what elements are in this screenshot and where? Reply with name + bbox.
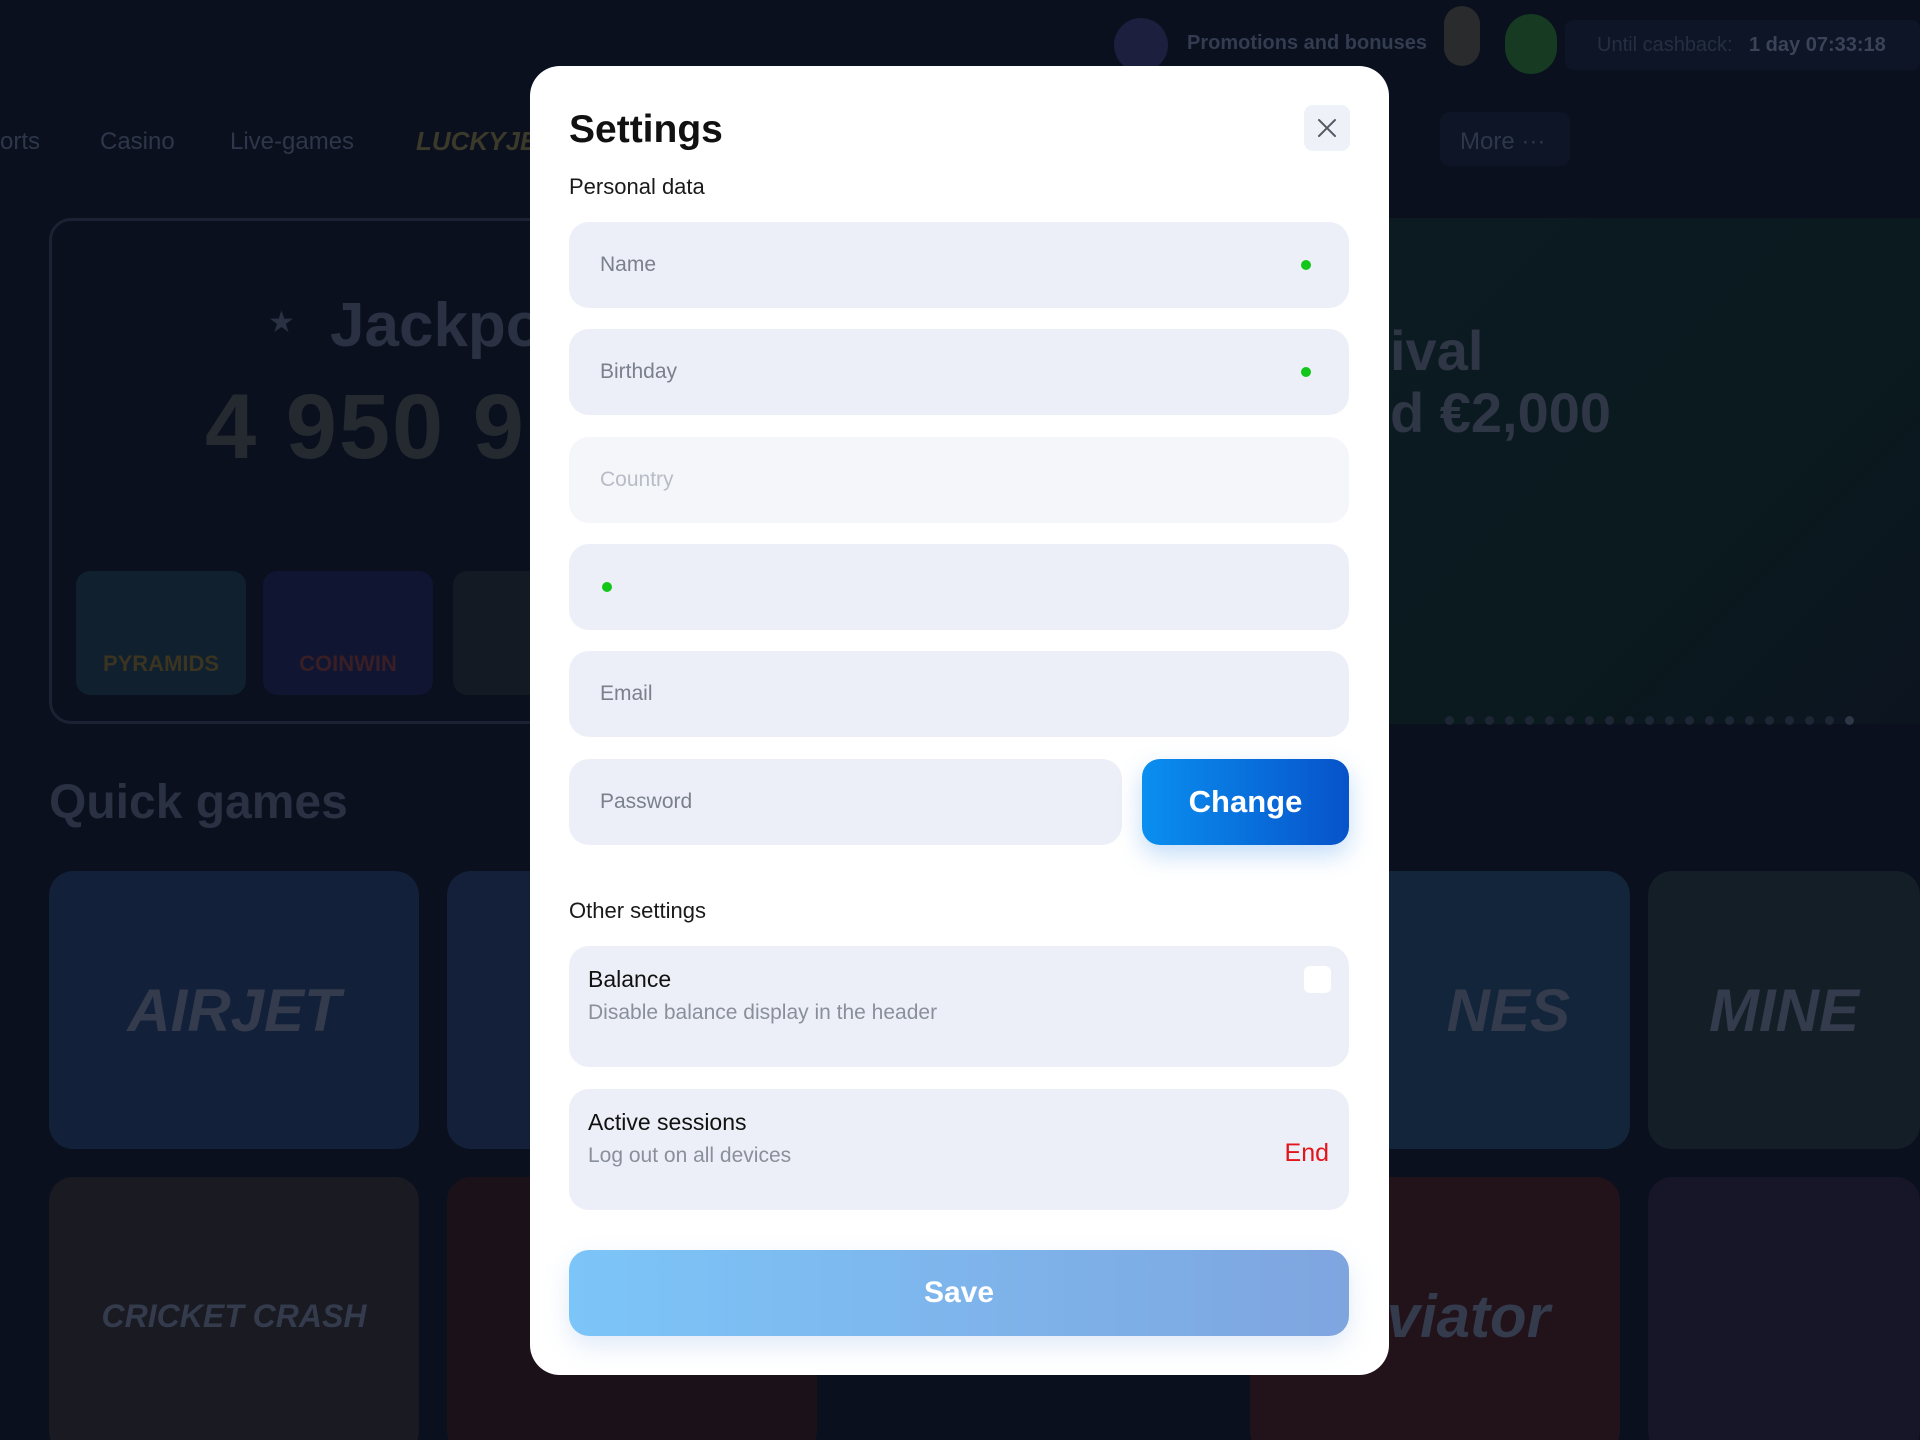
balance-title: Balance [588, 966, 672, 992]
valid-indicator-icon [602, 582, 612, 592]
carousel-dot[interactable] [1605, 716, 1614, 725]
active-sessions-setting: Active sessions Log out on all devices E… [569, 1089, 1349, 1210]
carousel-dot[interactable] [1485, 716, 1494, 725]
carousel-dot[interactable] [1785, 716, 1794, 725]
carousel-dot[interactable] [1465, 716, 1474, 725]
game-thumb-coinwin[interactable]: COINWIN [263, 571, 433, 695]
other-settings-heading: Other settings [569, 898, 706, 923]
valid-indicator-icon [1301, 260, 1311, 270]
game-thumb-pyramids[interactable]: PYRAMIDS [76, 571, 246, 695]
carousel-dot[interactable] [1845, 716, 1854, 725]
carousel-dot[interactable] [1705, 716, 1714, 725]
cashback-coin-icon [1505, 14, 1557, 74]
end-sessions-button[interactable]: End [1285, 1139, 1329, 1168]
carousel-dot[interactable] [1505, 716, 1514, 725]
carousel-dot[interactable] [1805, 716, 1814, 725]
carousel-dot[interactable] [1765, 716, 1774, 725]
carousel-dot[interactable] [1525, 716, 1534, 725]
game-tile-spaceman[interactable] [1648, 1177, 1920, 1440]
carousel-dot[interactable] [1665, 716, 1674, 725]
more-button[interactable]: More ··· [1440, 112, 1570, 166]
settings-modal: Settings Personal data Change Other sett… [530, 66, 1389, 1375]
close-button[interactable] [1304, 105, 1350, 151]
name-input[interactable] [569, 222, 1349, 308]
carousel-dot[interactable] [1745, 716, 1754, 725]
balance-setting[interactable]: Balance Disable balance display in the h… [569, 946, 1349, 1067]
birthday-input[interactable] [569, 329, 1349, 415]
banner-title: ival [1390, 319, 1484, 382]
nav-sports[interactable]: orts [0, 128, 40, 156]
carousel-dot[interactable] [1565, 716, 1574, 725]
close-icon [1318, 119, 1336, 137]
password-input[interactable] [569, 759, 1122, 845]
jackpot-amount: 4 950 9 [205, 376, 526, 478]
carousel-dot[interactable] [1445, 716, 1454, 725]
star-icon: ★ [268, 306, 295, 339]
game-tile-cricket-crash[interactable]: CRICKET CRASH [49, 1177, 419, 1440]
promotions-icon[interactable] [1114, 18, 1168, 72]
email-input[interactable] [569, 651, 1349, 737]
valid-indicator-icon [1301, 367, 1311, 377]
nav-casino[interactable]: Casino [100, 128, 175, 156]
carousel-dot[interactable] [1545, 716, 1554, 725]
carousel-dot[interactable] [1645, 716, 1654, 725]
carousel-dot[interactable] [1825, 716, 1834, 725]
more-label: More [1460, 128, 1515, 155]
quick-games-title: Quick games [49, 776, 348, 829]
phone-input[interactable] [569, 544, 1349, 630]
sessions-title: Active sessions [588, 1109, 747, 1135]
modal-title: Settings [569, 108, 723, 151]
save-button[interactable]: Save [569, 1250, 1349, 1336]
cashback-label: Until cashback: [1597, 34, 1733, 56]
balance-checkbox[interactable] [1304, 966, 1331, 993]
carousel-dot[interactable] [1625, 716, 1634, 725]
balance-subtitle: Disable balance display in the header [588, 1001, 938, 1024]
banner-subtitle: d €2,000 [1390, 381, 1612, 444]
carousel-dot[interactable] [1685, 716, 1694, 725]
promotions-link[interactable]: Promotions and bonuses [1187, 32, 1427, 55]
country-input [569, 437, 1349, 523]
ellipsis-icon: ··· [1521, 128, 1546, 155]
carousel-dots[interactable] [1445, 716, 1854, 725]
personal-data-heading: Personal data [569, 174, 705, 199]
change-password-button[interactable]: Change [1142, 759, 1349, 845]
bonus-coin-icon [1444, 6, 1480, 66]
promo-banner[interactable] [1389, 218, 1920, 724]
cashback-time: 1 day 07:33:18 [1749, 34, 1886, 56]
game-tile-mines-dare2win[interactable]: MINE [1648, 871, 1920, 1149]
game-tile-airjet[interactable]: AIRJET [49, 871, 419, 1149]
carousel-dot[interactable] [1725, 716, 1734, 725]
carousel-dot[interactable] [1585, 716, 1594, 725]
nav-live-games[interactable]: Live-games [230, 128, 354, 156]
sessions-subtitle: Log out on all devices [588, 1144, 792, 1167]
